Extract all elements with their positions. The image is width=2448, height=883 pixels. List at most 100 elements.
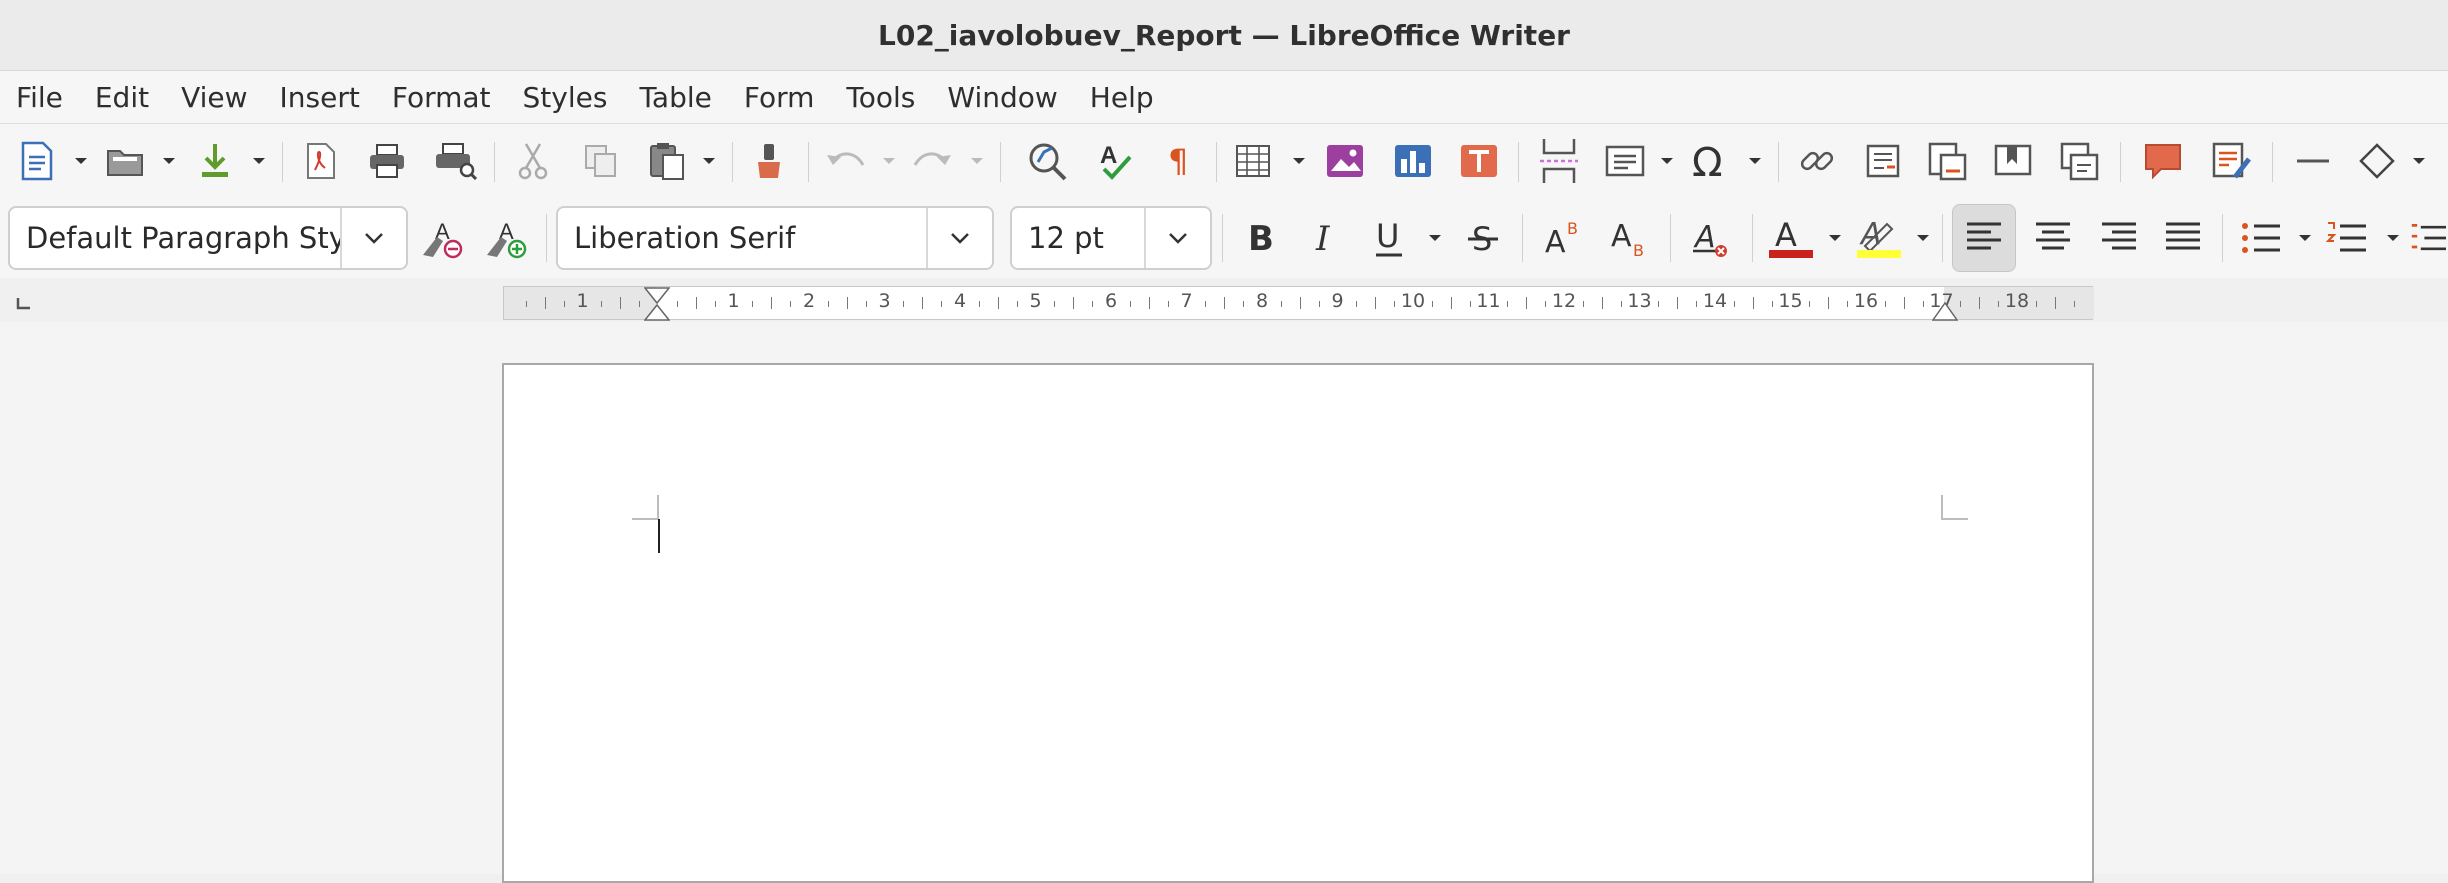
align-center-icon[interactable] [2026,198,2080,278]
ruler-tick [1054,301,1056,307]
subscript-icon[interactable]: AB [1604,198,1654,278]
special-character-icon[interactable]: Ω [1686,124,1736,198]
font-name-combo[interactable]: Liberation Serif [556,206,994,270]
highlight-color-dropdown-icon[interactable] [1916,198,1930,278]
ruler-tick [563,301,565,307]
font-color-icon[interactable]: A [1764,198,1818,278]
menu-form[interactable]: Form [728,71,831,123]
horizontal-ruler[interactable]: 1 1 2 3 4 5 6 7 8 9 10 11 12 13 14 15 16 17 18 [503,286,2094,321]
paragraph-style-value[interactable]: Default Paragraph Sty [10,221,340,255]
document-page[interactable] [502,363,2094,883]
ruler-tick [1375,297,1377,309]
paragraph-style-combo[interactable]: Default Paragraph Sty [8,206,408,270]
menu-format[interactable]: Format [376,71,507,123]
menu-table[interactable]: Table [623,71,727,123]
superscript-icon[interactable]: AB [1538,198,1588,278]
redo-dropdown-icon[interactable] [970,124,984,198]
spelling-icon[interactable]: A [1090,124,1140,198]
font-size-dropdown-icon[interactable] [1144,208,1210,268]
redo-icon[interactable] [910,124,956,198]
new-dropdown-icon[interactable] [74,124,88,198]
ordered-list-dropdown-icon[interactable] [2386,198,2400,278]
ruler-label: 16 [1853,290,1879,312]
clone-formatting-icon[interactable] [746,124,792,198]
open-icon[interactable] [102,124,148,198]
ruler-label: 7 [1180,290,1193,312]
hyperlink-icon[interactable] [1794,124,1840,198]
insert-chart-icon[interactable] [1390,124,1436,198]
save-icon[interactable] [192,124,238,198]
insert-table-dropdown-icon[interactable] [1292,124,1306,198]
ruler-label: 11 [1476,290,1501,312]
new-style-icon[interactable]: A [478,198,534,278]
comment-icon[interactable] [2138,124,2188,198]
paragraph-style-dropdown-icon[interactable] [340,208,406,268]
right-indent-marker-icon[interactable] [1932,301,1958,321]
insert-textbox-icon[interactable] [1456,124,1502,198]
tab-stop-type-icon[interactable] [16,296,32,310]
undo-dropdown-icon[interactable] [882,124,896,198]
underline-icon[interactable]: U [1366,198,1412,278]
special-character-dropdown-icon[interactable] [1748,124,1762,198]
cross-reference-icon[interactable] [2056,124,2102,198]
italic-icon[interactable]: I [1302,198,1352,278]
menu-insert[interactable]: Insert [264,71,376,123]
font-name-value[interactable]: Liberation Serif [558,221,926,255]
strikethrough-icon[interactable]: S [1458,198,1508,278]
bold-icon[interactable]: B [1236,198,1286,278]
track-changes-icon[interactable] [2206,124,2256,198]
menu-tools[interactable]: Tools [830,71,931,123]
basic-shapes-icon[interactable] [2354,124,2400,198]
update-style-icon[interactable]: A [414,198,470,278]
justify-icon[interactable] [2156,198,2210,278]
menu-styles[interactable]: Styles [507,71,624,123]
ruler-tick [752,301,754,307]
align-left-icon[interactable] [1952,204,2016,272]
print-icon[interactable] [364,124,410,198]
copy-icon[interactable] [576,124,626,198]
formatting-marks-icon[interactable]: ¶ [1156,124,1202,198]
font-name-dropdown-icon[interactable] [926,208,992,268]
unordered-list-dropdown-icon[interactable] [2298,198,2312,278]
open-dropdown-icon[interactable] [162,124,176,198]
save-dropdown-icon[interactable] [252,124,266,198]
font-color-dropdown-icon[interactable] [1828,198,1842,278]
insert-field-dropdown-icon[interactable] [1660,124,1674,198]
insert-image-icon[interactable] [1322,124,1368,198]
unordered-list-icon[interactable] [2236,198,2286,278]
ruler-tick [903,301,905,307]
menu-edit[interactable]: Edit [79,71,165,123]
basic-shapes-dropdown-icon[interactable] [2412,124,2426,198]
ruler-tick [1828,297,1830,309]
insert-field-icon[interactable] [1600,124,1650,198]
export-pdf-icon[interactable] [298,124,344,198]
bookmark-icon[interactable] [1990,124,2036,198]
endnote-icon[interactable] [1924,124,1970,198]
menu-view[interactable]: View [165,71,263,123]
underline-dropdown-icon[interactable] [1428,198,1442,278]
highlight-color-icon[interactable]: A [1852,198,1906,278]
font-size-combo[interactable]: 12 pt [1010,206,1212,270]
outline-format-icon[interactable] [2410,198,2446,278]
new-document-icon[interactable] [14,124,60,198]
ruler-tick [1998,301,2000,307]
clear-formatting-icon[interactable]: A [1686,198,1736,278]
print-preview-icon[interactable] [430,124,480,198]
menu-window[interactable]: Window [931,71,1073,123]
page-break-icon[interactable] [1534,124,1584,198]
left-indent-marker-icon[interactable] [644,287,670,321]
paste-icon[interactable] [642,124,692,198]
footnote-icon[interactable] [1860,124,1906,198]
find-replace-icon[interactable] [1022,124,1072,198]
undo-icon[interactable] [822,124,868,198]
svg-text:B: B [1248,219,1274,258]
menu-file[interactable]: File [0,71,79,123]
font-size-value[interactable]: 12 pt [1012,221,1144,255]
ordered-list-icon[interactable] [2322,198,2372,278]
align-right-icon[interactable] [2092,198,2146,278]
cut-icon[interactable] [508,124,558,198]
menu-help[interactable]: Help [1074,71,1170,123]
insert-table-icon[interactable] [1230,124,1276,198]
paste-dropdown-icon[interactable] [702,124,716,198]
horizontal-line-icon[interactable] [2290,124,2336,198]
